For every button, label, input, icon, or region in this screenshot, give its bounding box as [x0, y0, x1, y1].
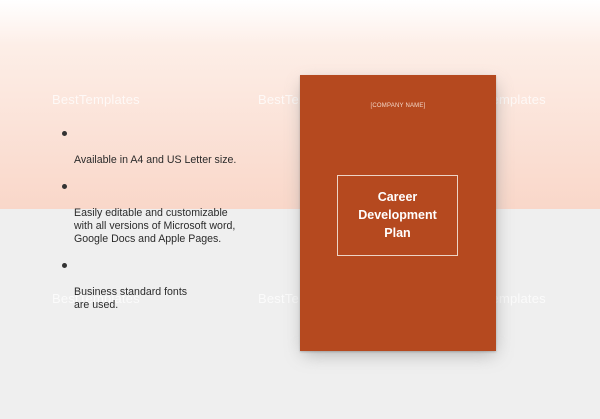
document-title: Career Development Plan	[338, 188, 457, 242]
watermark: BestTemplates	[52, 92, 140, 107]
document-cover: [COMPANY NAME] Career Development Plan	[300, 75, 496, 351]
feature-item: Business standard fonts are used.	[62, 260, 272, 312]
company-name: [COMPANY NAME]	[370, 103, 426, 109]
document-title-line: Development	[358, 208, 437, 222]
feature-text: Business standard fonts are used.	[74, 286, 188, 311]
bullet-icon	[62, 263, 67, 268]
bullet-icon	[62, 131, 67, 136]
feature-text: Available in A4 and US Letter size.	[74, 154, 237, 166]
feature-item: Available in A4 and US Letter size.	[62, 128, 272, 167]
feature-text: Easily editable and customizable with al…	[74, 207, 236, 245]
document-title-line: Plan	[384, 226, 411, 240]
feature-list: Available in A4 and US Letter size. Easi…	[62, 128, 272, 312]
bullet-icon	[62, 184, 67, 189]
document-title-line: Career	[377, 190, 418, 204]
feature-item: Easily editable and customizable with al…	[62, 181, 272, 246]
title-frame: Career Development Plan	[337, 175, 458, 256]
